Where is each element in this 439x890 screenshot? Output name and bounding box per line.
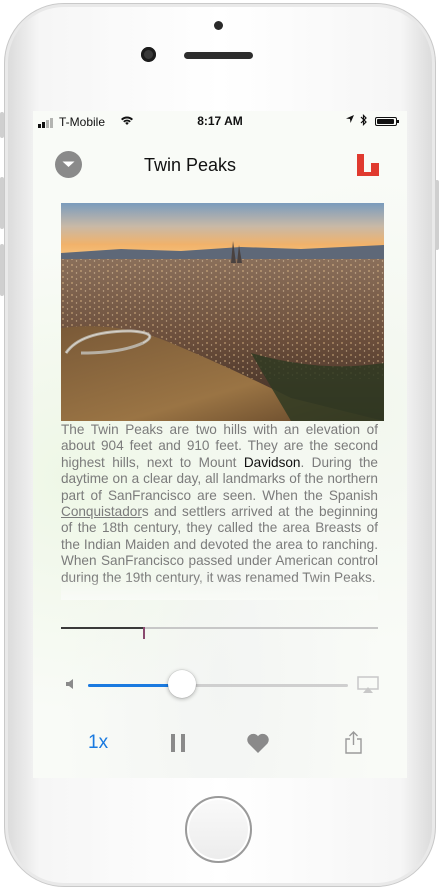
favorite-button[interactable] (246, 733, 270, 754)
progress-handle[interactable] (143, 627, 145, 639)
app-logo-icon (356, 153, 382, 177)
earpiece-speaker (184, 52, 253, 59)
volume-slider[interactable] (88, 670, 348, 698)
status-bar: T-Mobile 8:17 AM (33, 111, 407, 131)
screen: T-Mobile 8:17 AM Twin Peaks The Twin Pea… (33, 111, 407, 778)
page-title-text: Twin Peaks (143, 155, 237, 175)
share-button[interactable] (344, 730, 363, 754)
linked-term[interactable]: Conquistador (61, 504, 142, 519)
location-arrow-icon (345, 114, 355, 127)
pause-button[interactable] (171, 734, 185, 752)
playback-progress-bar[interactable] (61, 627, 378, 639)
heart-icon (247, 733, 269, 753)
speaker-icon (66, 677, 76, 689)
text-fade-overlay (61, 578, 378, 600)
home-button[interactable] (185, 796, 252, 863)
volume-thumb[interactable] (168, 670, 196, 698)
volume-down-button (0, 244, 4, 296)
battery-icon (375, 117, 399, 126)
phone-frame: T-Mobile 8:17 AM Twin Peaks The Twin Pea… (0, 0, 439, 890)
playback-speed-button[interactable]: 1x (88, 732, 108, 754)
volume-up-button (0, 177, 4, 229)
front-camera (141, 47, 156, 62)
article-description: The Twin Peaks are two hills with an ele… (61, 422, 378, 600)
share-icon (345, 731, 362, 754)
page-title: Twin Peaks (33, 155, 347, 176)
highlighted-term: Davidson (243, 454, 301, 470)
mute-switch (0, 112, 4, 138)
proximity-sensor (214, 21, 223, 30)
airplay-icon[interactable] (357, 676, 379, 694)
pause-icon (171, 734, 185, 752)
power-button (435, 180, 439, 250)
progress-played (61, 627, 143, 629)
bluetooth-icon (360, 114, 368, 129)
article-image (61, 203, 384, 421)
